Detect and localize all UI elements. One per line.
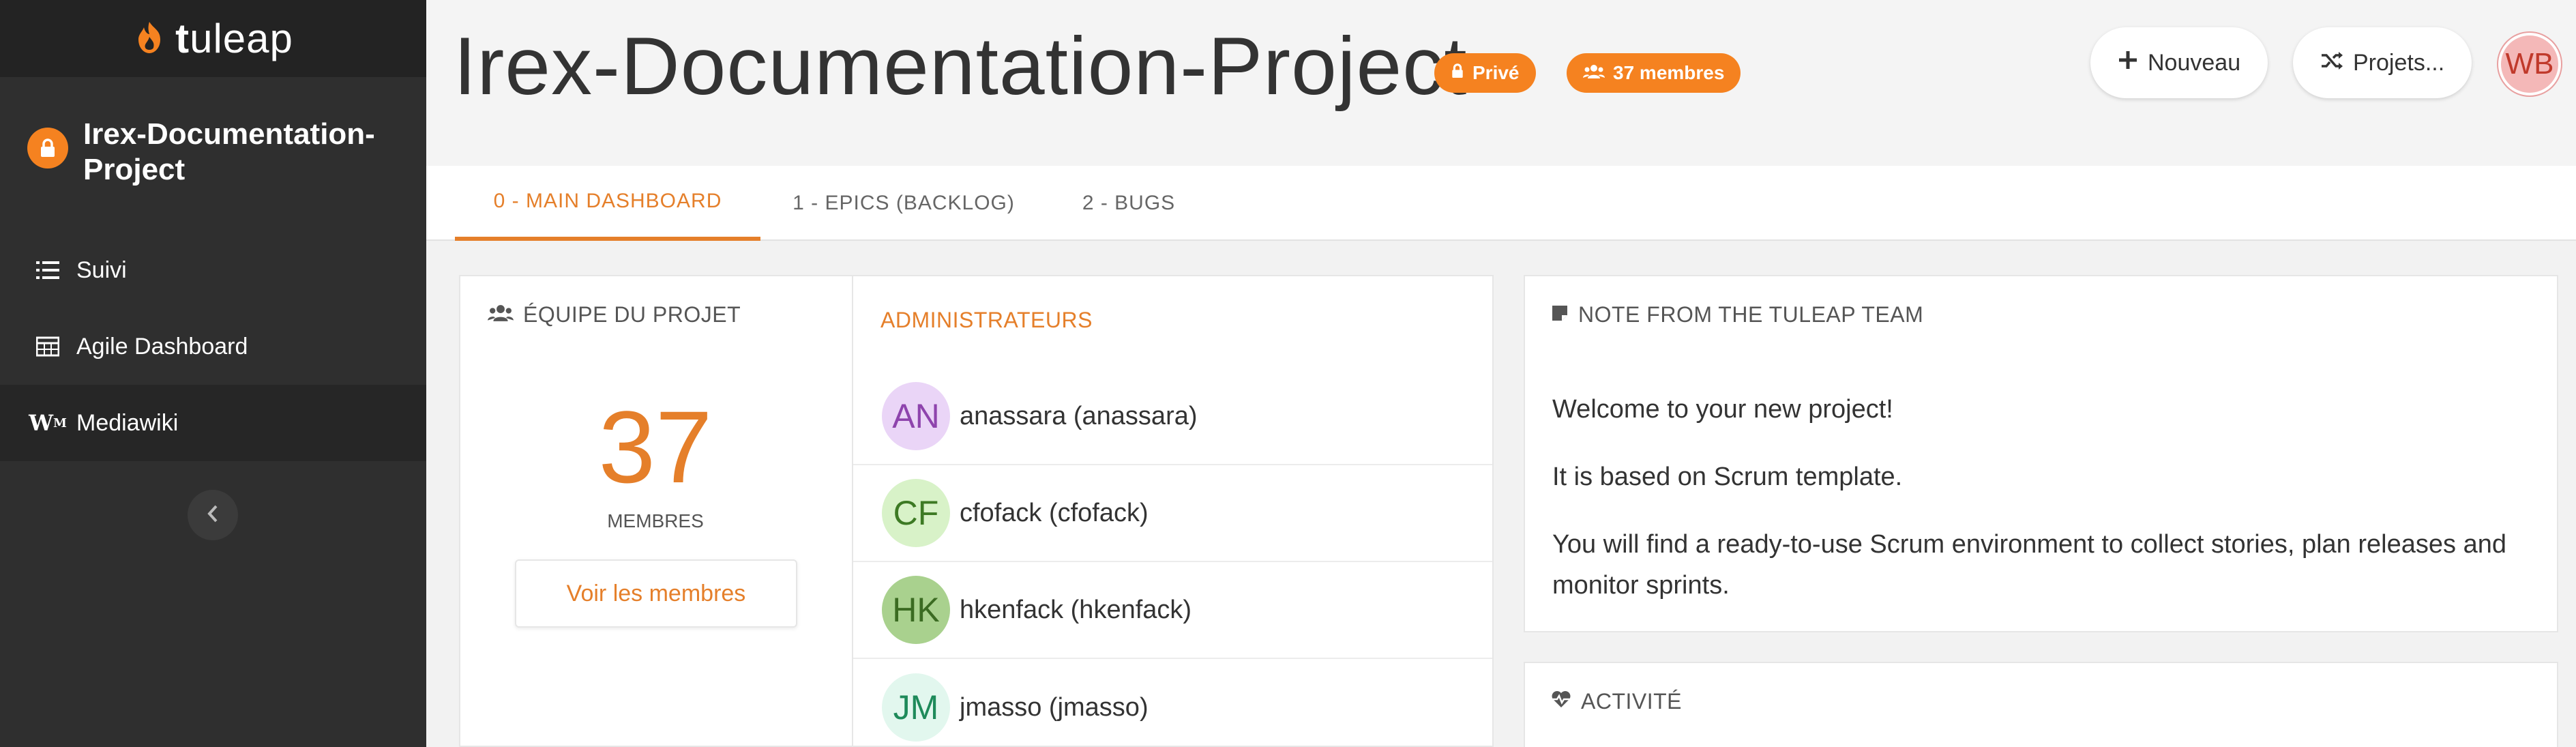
chevron-left-icon: [206, 504, 220, 527]
note-paragraph: It is based on Scrum template.: [1552, 463, 1903, 491]
sidebar-item-mediawiki[interactable]: WM Mediawiki: [0, 385, 426, 461]
mediawiki-icon: WM: [29, 410, 67, 436]
avatar: HK: [882, 576, 950, 644]
members-badge[interactable]: 37 membres: [1567, 53, 1741, 93]
privacy-badge[interactable]: Privé: [1434, 53, 1536, 93]
member-count: 37: [598, 390, 713, 504]
table-icon: [34, 333, 61, 360]
sidebar-item-label: Agile Dashboard: [76, 333, 248, 360]
sidebar: tuleap Irex-Documentation-Project Suivi: [0, 0, 426, 747]
note-paragraph: Welcome to your new project!: [1552, 395, 1893, 424]
tab-epics-backlog[interactable]: 1 - EPICS (BACKLOG): [781, 166, 1026, 241]
member-row[interactable]: AN anassara (anassara): [853, 368, 1492, 465]
lock-icon: [1451, 62, 1464, 84]
note-paragraph: You will find a ready-to-use Scrum envir…: [1552, 530, 2506, 600]
avatar: JM: [882, 673, 950, 742]
widget-title: ÉQUIPE DU PROJET: [488, 302, 741, 327]
new-button[interactable]: Nouveau: [2090, 27, 2268, 98]
list-icon: [34, 257, 61, 284]
project-header: Irex-Documentation-Project Privé 37 memb…: [426, 0, 2576, 166]
administrators-label: ADMINISTRATEURS: [880, 308, 1093, 332]
user-avatar[interactable]: WB: [2498, 33, 2561, 96]
sidebar-item-suivi[interactable]: Suivi: [0, 232, 426, 308]
tab-main-dashboard[interactable]: 0 - MAIN DASHBOARD: [455, 166, 760, 241]
dashboard-tabs: 0 - MAIN DASHBOARD 1 - EPICS (BACKLOG) 2…: [426, 166, 2576, 241]
member-name[interactable]: anassara (anassara): [960, 402, 1198, 431]
member-name[interactable]: jmasso (jmasso): [960, 693, 1149, 722]
tuleap-note-widget: NOTE FROM THE TULEAP TEAM Welcome to you…: [1524, 275, 2558, 632]
member-name[interactable]: cfofack (cfofack): [960, 499, 1149, 528]
member-row[interactable]: JM jmasso (jmasso): [853, 659, 1492, 747]
sidebar-item-label: Mediawiki: [76, 409, 179, 436]
widget-title: ACTIVITÉ: [1551, 689, 1682, 714]
sidebar-item-label: Suivi: [76, 257, 127, 283]
tuleap-logo[interactable]: tuleap: [0, 0, 426, 77]
users-icon: [488, 302, 514, 327]
avatar: CF: [882, 479, 950, 547]
projects-button[interactable]: Projets...: [2293, 27, 2472, 98]
shuffle-icon: [2320, 50, 2343, 76]
widget-title: NOTE FROM THE TULEAP TEAM: [1551, 302, 1923, 327]
tab-bugs[interactable]: 2 - BUGS: [1054, 166, 1204, 241]
member-name[interactable]: hkenfack (hkenfack): [960, 596, 1191, 625]
heartbeat-icon: [1551, 689, 1571, 714]
see-members-button[interactable]: Voir les membres: [515, 559, 797, 628]
sidebar-collapse-button[interactable]: [188, 490, 238, 540]
users-icon: [1583, 62, 1605, 84]
member-count-label: MEMBRES: [607, 510, 704, 531]
sidebar-project-name: Irex-Documentation-Project: [83, 117, 375, 186]
lock-icon: [27, 128, 68, 169]
activity-widget: ACTIVITÉ: [1524, 662, 2558, 747]
plus-icon: [2118, 50, 2138, 76]
sidebar-item-agile-dashboard[interactable]: Agile Dashboard: [0, 308, 426, 385]
member-row[interactable]: CF cfofack (cfofack): [853, 465, 1492, 562]
member-row[interactable]: HK hkenfack (hkenfack): [853, 562, 1492, 659]
avatar: AN: [882, 382, 950, 450]
logo-text: tuleap: [175, 16, 293, 61]
page-title: Irex-Documentation-Project: [454, 20, 1468, 112]
tuleap-flame-icon: [133, 19, 166, 58]
note-icon: [1551, 302, 1569, 327]
